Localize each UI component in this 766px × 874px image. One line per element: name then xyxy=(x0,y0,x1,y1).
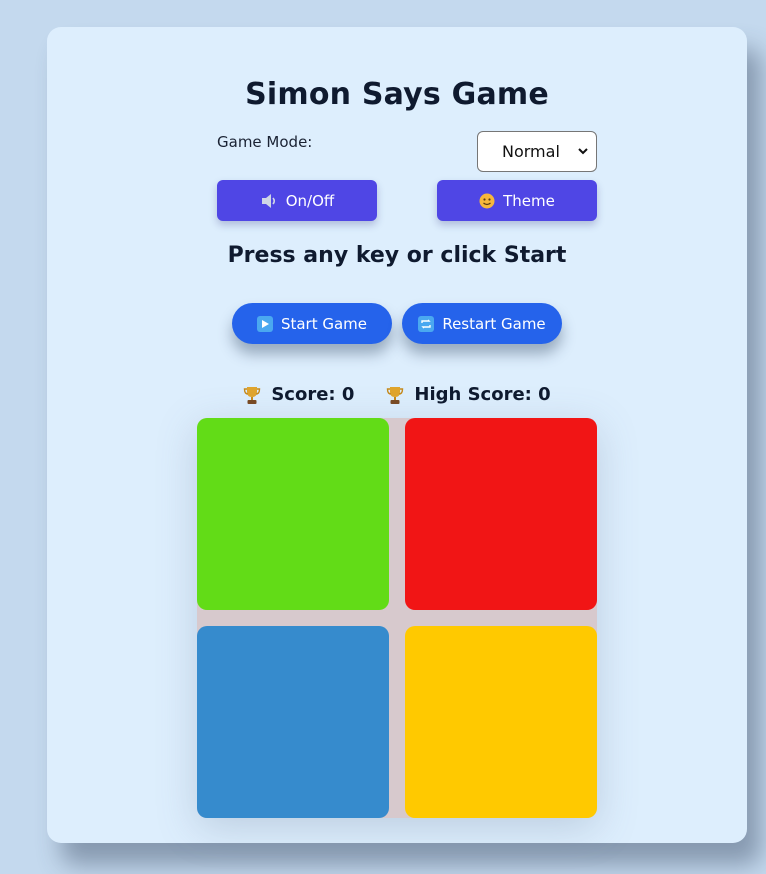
theme-face-icon xyxy=(479,193,495,208)
restart-game-label: Restart Game xyxy=(442,314,546,333)
blue-pad[interactable] xyxy=(197,626,389,818)
status-message: Press any key or click Start xyxy=(227,243,567,268)
game-mode-label: Game Mode: xyxy=(217,133,313,151)
page-title: Simon Says Game xyxy=(245,77,549,112)
green-pad[interactable] xyxy=(197,418,389,610)
red-pad[interactable] xyxy=(405,418,597,610)
score-bar: Score: 0 High Score: 0 xyxy=(47,384,747,405)
repeat-icon xyxy=(418,315,435,332)
sound-toggle-label: On/Off xyxy=(285,191,335,210)
trophy-icon xyxy=(244,386,261,404)
theme-button[interactable]: Theme xyxy=(437,180,597,221)
start-game-label: Start Game xyxy=(280,314,368,333)
sound-toggle-button[interactable]: On/Off xyxy=(217,180,377,221)
restart-game-button[interactable]: Restart Game xyxy=(402,303,562,344)
trophy-icon xyxy=(387,386,404,404)
theme-button-label: Theme xyxy=(503,191,555,210)
play-icon xyxy=(256,315,273,332)
score-display: Score: 0 xyxy=(243,384,354,405)
yellow-pad[interactable] xyxy=(405,626,597,818)
high-score-text: High Score: 0 xyxy=(414,384,551,405)
start-game-button[interactable]: Start Game xyxy=(232,303,392,344)
game-mode-select[interactable]: Normal xyxy=(477,131,597,172)
game-mode-selected-value: Normal xyxy=(502,142,560,161)
chevron-down-icon xyxy=(578,148,588,155)
speaker-icon xyxy=(261,193,275,208)
high-score-display: High Score: 0 xyxy=(386,384,551,405)
simon-board xyxy=(197,418,597,818)
score-text: Score: 0 xyxy=(271,384,355,405)
game-card: Simon Says Game Game Mode: Normal On/Off… xyxy=(47,27,747,843)
